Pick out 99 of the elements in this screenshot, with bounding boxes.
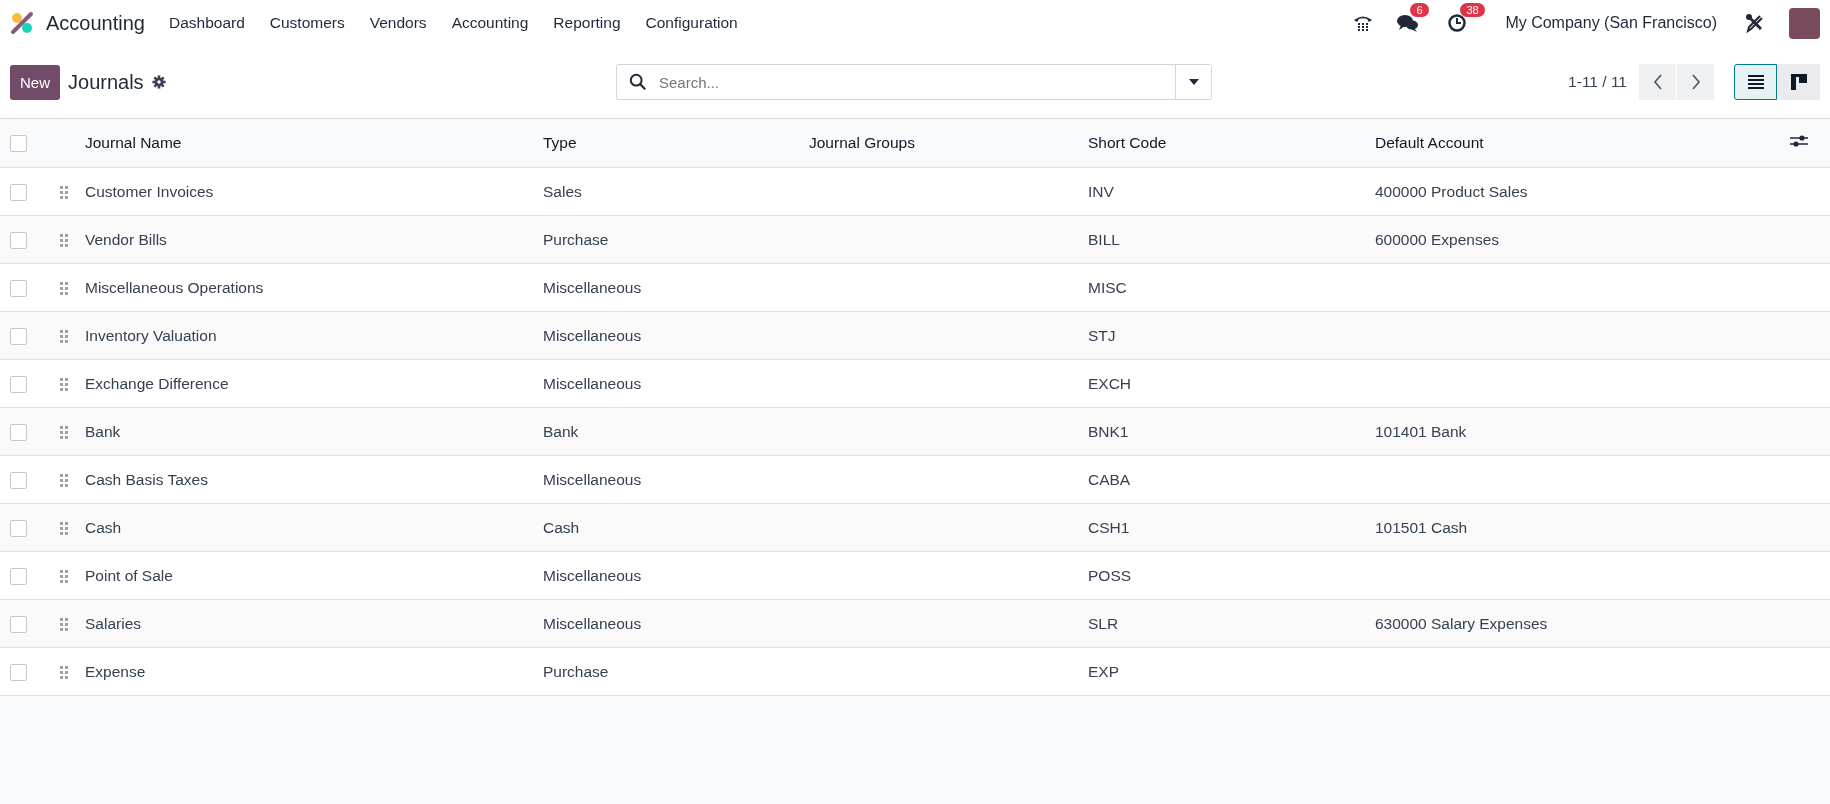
row-checkbox[interactable]	[10, 423, 27, 441]
drag-handle-icon[interactable]	[60, 521, 68, 536]
table-cell: Salaries	[85, 614, 141, 632]
menu-item[interactable]: Customers	[269, 14, 345, 32]
kanban-view-button[interactable]	[1777, 64, 1820, 100]
caret-icon	[1188, 79, 1199, 85]
table-cell: 630000 Salary Expenses	[1375, 614, 1548, 632]
menu-item[interactable]: Accounting	[451, 14, 529, 32]
table-cell: EXP	[1088, 662, 1119, 680]
table-cell: Cash Basis Taxes	[85, 470, 208, 488]
clock-icon[interactable]	[1447, 13, 1468, 33]
menu-item[interactable]: Vendors	[369, 14, 427, 32]
optional-columns-icon[interactable]	[1790, 134, 1808, 148]
tools-icon[interactable]	[1745, 13, 1765, 33]
table-cell: Vendor Bills	[85, 230, 167, 248]
user-avatar[interactable]	[1789, 7, 1820, 39]
search-field[interactable]: Search...	[657, 72, 1175, 92]
table-cell: Sales	[543, 182, 582, 200]
table-cell: Miscellaneous Operations	[85, 278, 264, 296]
chevron-left-icon	[1652, 74, 1663, 90]
table-cell: Bank	[85, 422, 121, 440]
drag-handle-icon[interactable]	[60, 425, 68, 440]
drag-handle-icon[interactable]	[60, 329, 68, 344]
table-cell: POSS	[1088, 566, 1132, 584]
row-checkbox[interactable]	[10, 279, 27, 297]
previous-page-button[interactable]	[1639, 64, 1676, 100]
drag-handle-icon[interactable]	[60, 473, 68, 488]
chevron-right-icon	[1690, 74, 1701, 90]
column-header[interactable]: Journal Name	[85, 134, 182, 151]
row-checkbox[interactable]	[10, 327, 27, 345]
table-cell: Miscellaneous	[543, 566, 642, 584]
row-checkbox[interactable]	[10, 375, 27, 393]
table-cell: Miscellaneous	[543, 614, 642, 632]
table-cell: INV	[1088, 182, 1114, 200]
row-checkbox[interactable]	[10, 183, 27, 201]
drag-handle-icon[interactable]	[60, 185, 68, 200]
table-cell: 101401 Bank	[1375, 422, 1467, 440]
pager-value[interactable]: 1-11 / 11	[1568, 73, 1627, 91]
notification-badge: 6	[1410, 3, 1429, 17]
column-header[interactable]: Short Code	[1088, 134, 1167, 151]
row-checkbox[interactable]	[10, 663, 27, 681]
table-cell: EXCH	[1088, 374, 1132, 392]
table-cell: Bank	[543, 422, 579, 440]
row-checkbox[interactable]	[10, 615, 27, 633]
table-cell: Expense	[85, 662, 146, 680]
table-cell: Cash	[543, 518, 580, 536]
menu-item[interactable]: Configuration	[645, 14, 738, 32]
settings-icon[interactable]	[151, 75, 166, 89]
app-logo-icon[interactable]	[10, 11, 34, 35]
company-switcher[interactable]: My Company (San Francisco)	[1505, 14, 1717, 32]
list-view-button[interactable]	[1734, 64, 1777, 100]
notification-badge: 38	[1460, 3, 1485, 17]
table-cell: Miscellaneous	[543, 374, 642, 392]
table-cell: Purchase	[543, 230, 609, 248]
table-cell: 101501 Cash	[1375, 518, 1468, 536]
table-cell: Inventory Valuation	[85, 326, 217, 344]
search-options-button[interactable]	[1175, 65, 1211, 99]
table-cell: CSH1	[1088, 518, 1130, 536]
chat-icon[interactable]	[1397, 13, 1420, 33]
search-icon	[629, 73, 647, 91]
row-checkbox[interactable]	[10, 471, 27, 489]
menu-item[interactable]: Reporting	[553, 14, 621, 32]
drag-handle-icon[interactable]	[60, 233, 68, 248]
column-header[interactable]: Default Account	[1375, 134, 1484, 151]
table-cell: CABA	[1088, 470, 1131, 488]
column-header[interactable]: Journal Groups	[809, 134, 915, 151]
app-name[interactable]: Accounting	[46, 11, 145, 35]
list-icon	[1747, 75, 1764, 89]
new-button[interactable]: New	[10, 64, 60, 100]
table-cell: MISC	[1088, 278, 1127, 296]
drag-handle-icon[interactable]	[60, 377, 68, 392]
table-cell: Miscellaneous	[543, 326, 642, 344]
table-cell: Miscellaneous	[543, 470, 642, 488]
next-page-button[interactable]	[1677, 64, 1714, 100]
table-cell: Exchange Difference	[85, 374, 229, 392]
column-header[interactable]: Type	[543, 134, 577, 151]
menu-item[interactable]: Dashboard	[168, 14, 245, 32]
search-bar[interactable]: Search...	[616, 64, 1212, 100]
table-cell: 400000 Product Sales	[1375, 182, 1528, 200]
kanban-icon	[1790, 74, 1807, 90]
table-cell: Miscellaneous	[543, 278, 642, 296]
table-cell: BNK1	[1088, 422, 1129, 440]
table-cell: Cash	[85, 518, 122, 536]
drag-handle-icon[interactable]	[60, 665, 68, 680]
drag-handle-icon[interactable]	[60, 569, 68, 584]
row-checkbox[interactable]	[10, 519, 27, 537]
table-cell: 600000 Expenses	[1375, 230, 1500, 248]
page-title[interactable]: Journals	[68, 70, 144, 94]
table-cell: Point of Sale	[85, 566, 173, 584]
table-cell: Purchase	[543, 662, 609, 680]
table-cell: STJ	[1088, 326, 1116, 344]
drag-handle-icon[interactable]	[60, 617, 68, 632]
select-all-checkbox[interactable]	[10, 135, 27, 153]
table-cell: BILL	[1088, 230, 1120, 248]
row-checkbox[interactable]	[10, 231, 27, 249]
table-cell: Customer Invoices	[85, 182, 214, 200]
row-checkbox[interactable]	[10, 567, 27, 585]
table-cell: SLR	[1088, 614, 1119, 632]
drag-handle-icon[interactable]	[60, 281, 68, 296]
